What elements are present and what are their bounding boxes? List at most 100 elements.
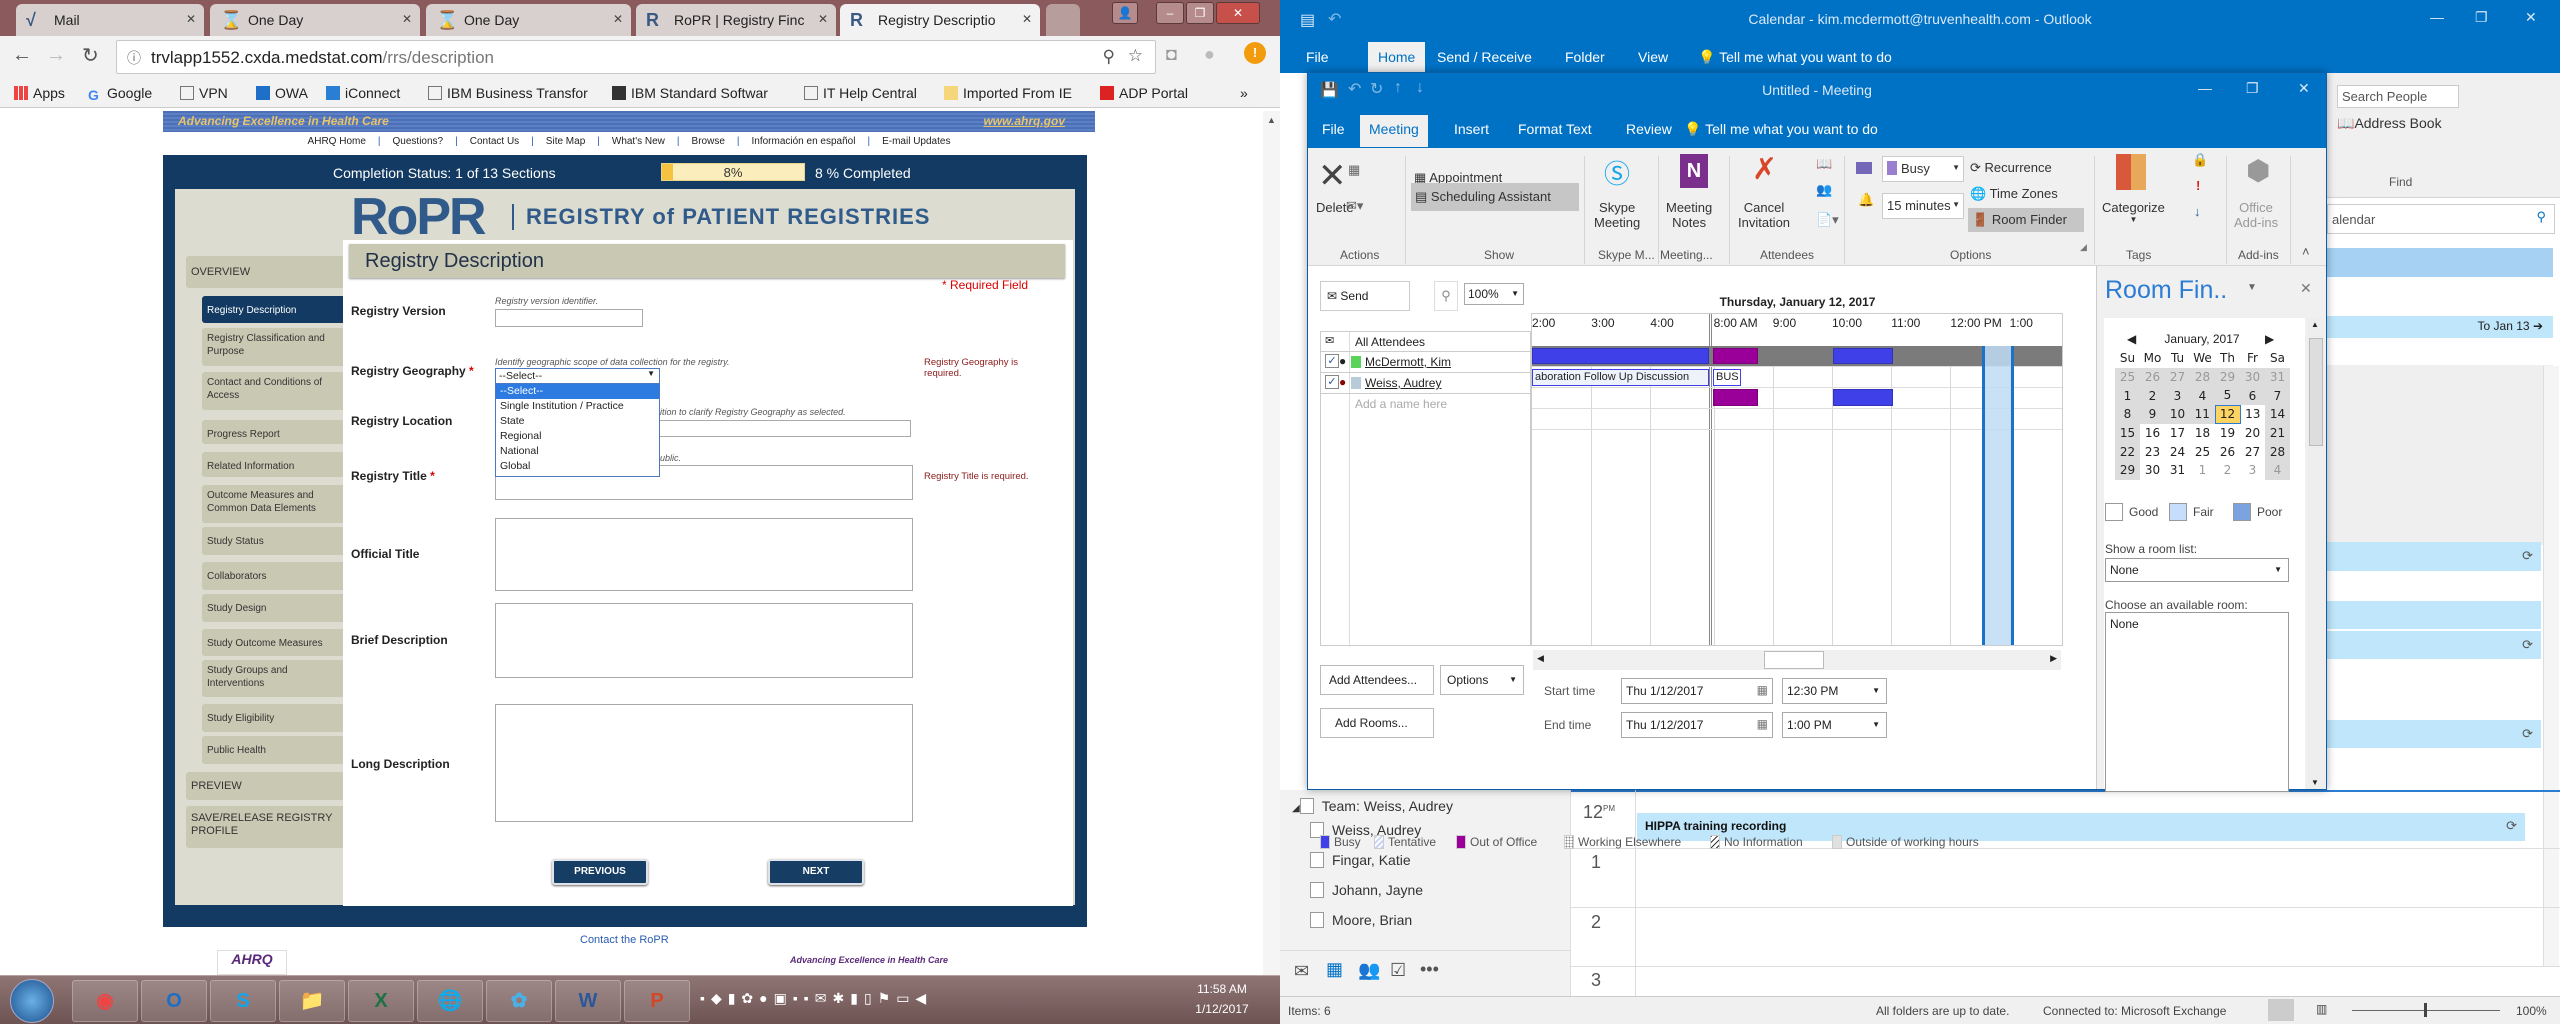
nav-item[interactable]: Progress Report — [202, 420, 343, 444]
address-book-button[interactable]: 📖Address Book — [2337, 115, 2442, 132]
calendar-day[interactable]: 13 — [2240, 405, 2265, 424]
tab-file[interactable]: File — [1322, 121, 1345, 137]
nav-item[interactable]: Study Design — [202, 594, 343, 622]
scroll-up-icon[interactable]: ▲ — [1267, 115, 1276, 125]
end-date-input[interactable]: Thu 1/12/2017 ▦ — [1621, 712, 1773, 738]
taskbar-network-icon[interactable]: 🌐 — [417, 980, 483, 1022]
categorize-button[interactable]: Categorize ▼ — [2102, 200, 2165, 224]
bookmark-imported[interactable]: Imported From IE — [944, 85, 1072, 101]
calendar-day[interactable]: 2 — [2215, 461, 2240, 480]
bookmark-adp[interactable]: ADP Portal — [1100, 85, 1188, 101]
extension-icon[interactable]: ◘ — [1166, 44, 1177, 65]
check-names-icon[interactable]: 👥 — [1816, 182, 1832, 198]
calendar-event[interactable] — [2327, 601, 2541, 629]
tab-view[interactable]: View — [1638, 49, 1668, 65]
calendar-day[interactable]: 28 — [2190, 367, 2215, 387]
calendar-day[interactable]: 10 — [2165, 405, 2190, 424]
taskbar-skype-icon[interactable]: S — [210, 980, 276, 1022]
reload-icon[interactable]: ↻ — [82, 43, 99, 68]
calendar-day[interactable]: 28 — [2265, 442, 2290, 462]
tab-registry-description[interactable]: R Registry Descriptio ✕ — [840, 4, 1040, 36]
prev-month-icon[interactable]: ◀ — [2127, 332, 2136, 346]
calendar-day[interactable]: 4 — [2265, 461, 2290, 480]
calendar-day[interactable]: 3 — [2165, 386, 2190, 406]
close-pane-icon[interactable]: ✕ — [2300, 280, 2312, 297]
add-rooms-button[interactable]: Add Rooms... — [1320, 708, 1434, 738]
close-tab-icon[interactable]: ✕ — [613, 12, 623, 26]
zoom-select[interactable]: 100% ▼ — [1464, 283, 1524, 305]
tab-folder[interactable]: Folder — [1565, 49, 1605, 65]
nav-item[interactable]: Study Outcome Measures — [202, 629, 343, 656]
nav-item[interactable]: Registry Classification and Purpose — [202, 328, 343, 366]
close-button[interactable]: ✕ — [2298, 80, 2310, 97]
nav-item[interactable]: Related Information — [202, 452, 343, 477]
calendar-day[interactable]: 2 — [2140, 386, 2165, 406]
calendar-day[interactable]: 1 — [2115, 386, 2140, 406]
bookmark-star-icon[interactable]: ☆ — [1128, 46, 1143, 66]
search-calendar-input[interactable]: alendar ⚲ — [2327, 204, 2555, 234]
bookmark-apps[interactable]: Apps — [14, 85, 65, 101]
clock-time[interactable]: 11:58 AM — [1182, 982, 1262, 996]
scroll-thumb[interactable] — [1764, 651, 1824, 669]
tab-review[interactable]: Review — [1626, 121, 1672, 137]
calendar-day[interactable]: 4 — [2190, 386, 2215, 406]
meeting-notes-button[interactable]: Meeting Notes — [1666, 200, 1712, 230]
grid-horizontal-scrollbar[interactable]: ◀ ▶ — [1533, 650, 2061, 670]
bookmark-it-help[interactable]: IT Help Central — [804, 85, 917, 101]
pane-scrollbar[interactable]: ▲ ▼ — [2307, 318, 2325, 789]
add-attendees-button[interactable]: Add Attendees... — [1320, 665, 1434, 695]
back-icon[interactable]: ← — [12, 44, 32, 67]
checkbox[interactable] — [1310, 852, 1324, 868]
nav-item[interactable]: Public Health — [202, 736, 343, 764]
calendar-day[interactable]: 29 — [2215, 367, 2240, 387]
private-lock-icon[interactable]: 🔒 — [2192, 152, 2208, 168]
calendar-view-icon[interactable]: ▦ — [1348, 162, 1360, 178]
time-zones-button[interactable]: 🌐 Time Zones — [1970, 186, 2058, 202]
busy-block[interactable] — [1833, 389, 1893, 406]
nav-item[interactable]: Study Groups and Interventions — [202, 660, 343, 697]
collapse-icon[interactable]: ◢ — [1292, 803, 1300, 814]
close-tab-icon[interactable]: ✕ — [186, 12, 196, 26]
bookmark-ibm-business[interactable]: IBM Business Transfor — [428, 85, 588, 101]
nav-save-release[interactable]: SAVE/RELEASE REGISTRY PROFILE — [186, 806, 343, 848]
calendar-day[interactable]: 25 — [2190, 442, 2215, 462]
scheduling-assistant-button[interactable]: ▤ Scheduling Assistant — [1411, 183, 1579, 211]
calendar-day[interactable]: 27 — [2165, 367, 2190, 387]
tell-me-box[interactable]: 💡 Tell me what you want to do — [1698, 49, 1892, 66]
taskbar-explorer-icon[interactable]: 📁 — [279, 980, 345, 1022]
tab-one-day-2[interactable]: ⌛ One Day ✕ — [426, 4, 631, 36]
update-alert-icon[interactable]: ! — [1244, 42, 1266, 64]
show-as-select[interactable]: Busy ▼ — [1882, 156, 1964, 182]
attendee-name[interactable]: Weiss, Audrey — [1365, 376, 1441, 390]
people-icon[interactable]: 👥 — [1358, 960, 1380, 981]
nav-item[interactable]: Registry Description — [202, 296, 343, 323]
calendar-day[interactable]: 11 — [2190, 405, 2215, 424]
taskbar-excel-icon[interactable]: X — [348, 980, 414, 1022]
forward-icon[interactable]: ✉▾ — [1346, 198, 1363, 214]
top-link[interactable]: What's New — [612, 136, 665, 147]
nav-item[interactable]: Collaborators — [202, 562, 343, 590]
bookmark-vpn[interactable]: VPN — [180, 85, 228, 101]
calendar-day[interactable]: 21 — [2265, 423, 2290, 443]
geography-option[interactable]: National — [496, 444, 659, 459]
top-link[interactable]: Browse — [692, 136, 725, 147]
contact-ropr-link[interactable]: Contact the RoPR — [580, 934, 669, 946]
nav-preview[interactable]: PREVIEW — [186, 772, 343, 800]
response-options-icon[interactable]: 📄▾ — [1816, 212, 1839, 228]
calendar-day[interactable]: 6 — [2240, 386, 2265, 406]
calendar-day[interactable]: 26 — [2215, 442, 2240, 462]
calendar-day[interactable]: 7 — [2265, 386, 2290, 406]
nav-item[interactable]: Study Eligibility — [202, 704, 343, 732]
calendar-day[interactable]: 14 — [2265, 405, 2290, 424]
geography-option[interactable]: Global — [496, 459, 659, 474]
extension-key-icon[interactable]: ● — [1204, 44, 1215, 65]
office-addins-button[interactable]: Office Add-ins — [2234, 200, 2278, 230]
top-link[interactable]: Información en español — [752, 136, 856, 147]
next-month-icon[interactable]: ▶ — [2265, 332, 2274, 346]
taskbar-chrome-icon[interactable]: ◉ — [72, 980, 138, 1022]
checkbox[interactable] — [1310, 912, 1324, 928]
calendar-day[interactable]: 27 — [2240, 442, 2265, 462]
available-rooms-list[interactable]: None — [2105, 612, 2289, 792]
out-of-office-block[interactable] — [1713, 389, 1758, 406]
calendar-event[interactable]: ⟳ — [2327, 631, 2541, 659]
